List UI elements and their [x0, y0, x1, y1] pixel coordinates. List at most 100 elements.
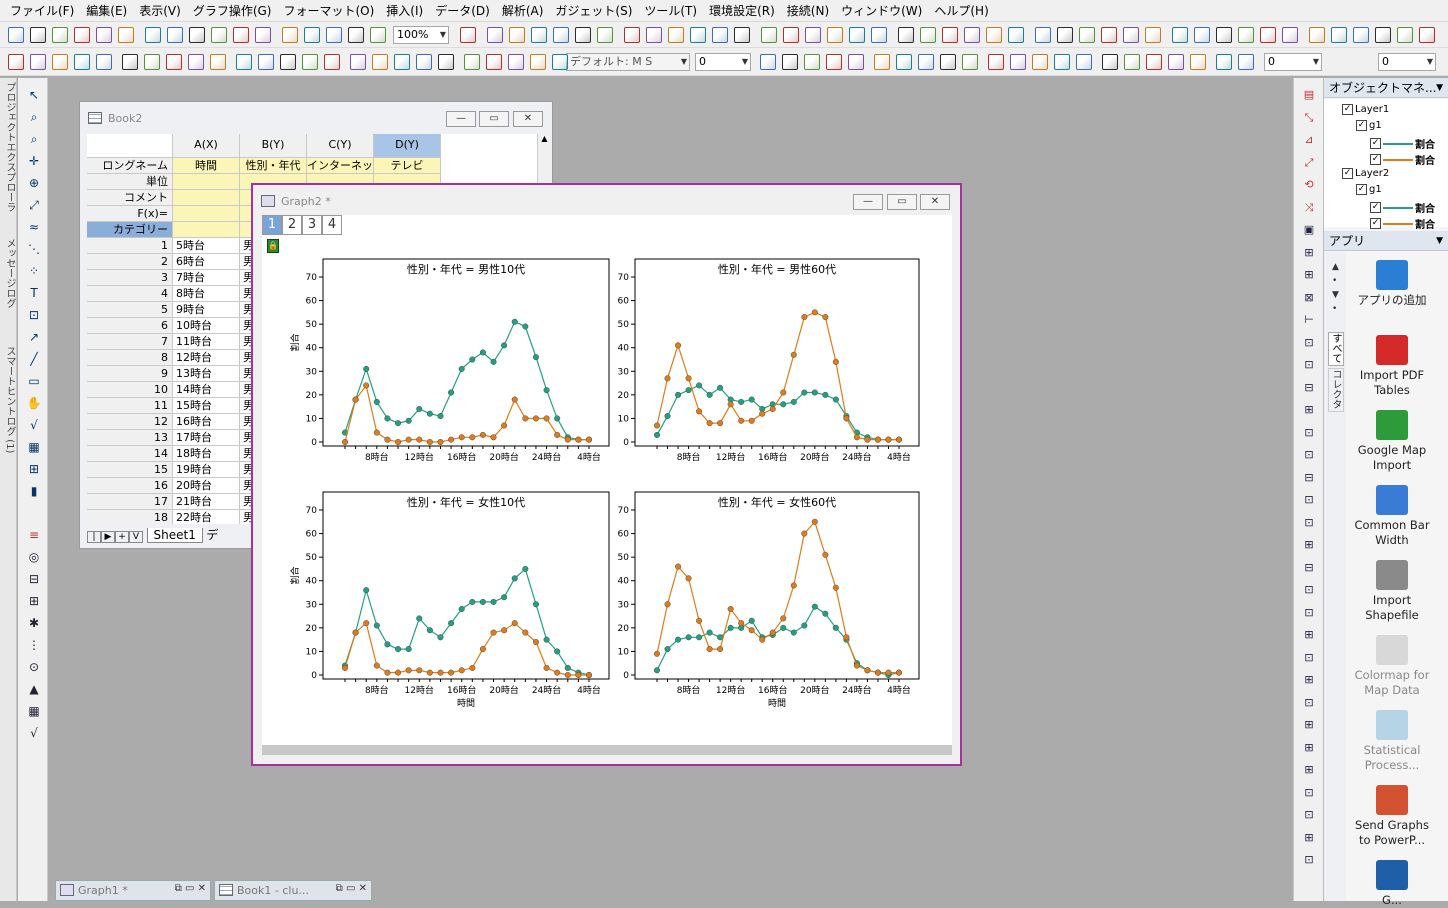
- header-cell[interactable]: [173, 222, 240, 238]
- menu-item-3[interactable]: グラフ操作(G): [187, 1, 278, 21]
- toolbar-icon[interactable]: [324, 54, 340, 70]
- toolbar-icon[interactable]: [487, 27, 503, 43]
- toolbar-icon[interactable]: [1194, 27, 1210, 43]
- menu-item-2[interactable]: 表示(V): [133, 1, 187, 21]
- toolbar-icon[interactable]: [761, 27, 777, 43]
- toolbar-icon[interactable]: [166, 54, 182, 70]
- menu-item-10[interactable]: 環境設定(R): [703, 1, 781, 21]
- graph-tool-icon[interactable]: ⟲: [1301, 178, 1317, 192]
- toolbar-icon[interactable]: [52, 27, 68, 43]
- toolbar-icon[interactable]: [189, 27, 205, 43]
- toolbar-icon[interactable]: [1216, 54, 1232, 70]
- graph-tool-icon[interactable]: ⊡: [1301, 651, 1317, 665]
- data-cell[interactable]: 11時台: [173, 334, 240, 350]
- toolbar-icon[interactable]: [624, 27, 640, 43]
- toolbar-icon[interactable]: [646, 27, 662, 43]
- toolbar-icon[interactable]: [1190, 54, 1206, 70]
- toolbar-icon[interactable]: [255, 27, 271, 43]
- toolbar-icon[interactable]: [394, 54, 410, 70]
- data-cell[interactable]: 20時台: [173, 478, 240, 494]
- data-cell[interactable]: 15時台: [173, 398, 240, 414]
- toolbar-icon[interactable]: [144, 54, 160, 70]
- toolbar-icon[interactable]: [350, 54, 366, 70]
- row-number[interactable]: 5: [87, 302, 173, 318]
- object-tree-item[interactable]: ✓ Layer2: [1342, 168, 1389, 179]
- sheet-prev-button[interactable]: |: [87, 531, 101, 543]
- toolbar-icon[interactable]: [188, 54, 204, 70]
- graph-tool-icon[interactable]: ⊞: [1301, 403, 1317, 417]
- toolbar-icon[interactable]: [233, 27, 249, 43]
- toolbar-icon[interactable]: [1353, 27, 1369, 43]
- toolbar-icon[interactable]: [690, 27, 706, 43]
- graph-tool-icon[interactable]: ⊞: [1301, 831, 1317, 845]
- toolbar-icon[interactable]: [1168, 54, 1184, 70]
- visibility-checkbox[interactable]: ✓: [1370, 218, 1381, 229]
- close-button[interactable]: ✕: [920, 194, 950, 210]
- toolbar-icon[interactable]: [326, 27, 342, 43]
- object-tree-item[interactable]: ✓ 割合: [1370, 200, 1435, 215]
- graph-tool-icon[interactable]: ⊞: [1301, 268, 1317, 282]
- graph-tool-icon[interactable]: ⊟: [1301, 471, 1317, 485]
- toolbar-icon[interactable]: [1101, 27, 1117, 43]
- tool-icon[interactable]: ⊟: [26, 572, 42, 586]
- toolbar-icon[interactable]: [236, 54, 252, 70]
- graph-tool-icon[interactable]: ⊡: [1301, 493, 1317, 507]
- tool-icon[interactable]: ▭: [26, 374, 42, 388]
- toolbar-icon[interactable]: [304, 27, 320, 43]
- graph-tool-icon[interactable]: ⊡: [1301, 853, 1317, 867]
- header-cell[interactable]: [173, 206, 240, 222]
- column-header[interactable]: A(X): [173, 134, 240, 158]
- toolbar-icon[interactable]: [1054, 54, 1070, 70]
- toolbar-icon[interactable]: [962, 54, 978, 70]
- visibility-checkbox[interactable]: ✓: [1370, 154, 1381, 165]
- menu-item-7[interactable]: 解析(A): [496, 1, 550, 21]
- graph-tool-icon[interactable]: ⊞: [1301, 763, 1317, 777]
- close-button[interactable]: ✕: [513, 111, 543, 127]
- toolbar-icon[interactable]: [416, 54, 432, 70]
- toolbar-icon[interactable]: [282, 27, 298, 43]
- toolbar-icon[interactable]: [167, 27, 183, 43]
- object-tree-item[interactable]: ✓ 割合: [1370, 216, 1435, 231]
- app-item[interactable]: Colormap for Map Data: [1352, 635, 1432, 698]
- tool-icon[interactable]: ◎: [26, 550, 42, 564]
- tool-icon[interactable]: ⋮: [26, 638, 42, 652]
- tool-icon[interactable]: ╱: [26, 352, 42, 366]
- toolbar-icon[interactable]: [1032, 54, 1048, 70]
- tool-icon[interactable]: ⌕: [26, 110, 42, 124]
- tool-icon[interactable]: ≡: [26, 528, 42, 542]
- graph-tool-icon[interactable]: ⊞: [1301, 538, 1317, 552]
- toolbar-icon[interactable]: [372, 54, 388, 70]
- row-number[interactable]: 18: [87, 510, 173, 524]
- header-cell[interactable]: 時間: [173, 158, 240, 174]
- toolbar-icon[interactable]: [302, 54, 318, 70]
- toolbar-icon[interactable]: [258, 54, 274, 70]
- toolbar-icon[interactable]: [530, 54, 546, 70]
- menu-item-13[interactable]: ヘルプ(H): [928, 1, 994, 21]
- row-number[interactable]: 16: [87, 478, 173, 494]
- zoom-select[interactable]: 100% ▼: [393, 26, 449, 44]
- graph-scrollbar[interactable]: [262, 745, 952, 755]
- toolbar-icon[interactable]: [920, 27, 936, 43]
- tool-icon[interactable]: T: [26, 286, 42, 300]
- toolbar-icon[interactable]: [1010, 54, 1026, 70]
- app-item[interactable]: Import Shapefile: [1352, 560, 1432, 623]
- toolbar-icon[interactable]: [896, 54, 912, 70]
- graph-tool-icon[interactable]: ⤢: [1301, 156, 1317, 170]
- toolbar-icon[interactable]: [827, 27, 843, 43]
- header-cell[interactable]: [173, 190, 240, 206]
- size-select[interactable]: 0 ▼: [1378, 53, 1436, 71]
- graph-tool-icon[interactable]: ⊞: [1301, 246, 1317, 260]
- task-book1[interactable]: Book1 - clu... ⧉ ▭ ✕: [214, 880, 372, 901]
- minimize-button[interactable]: —: [446, 111, 476, 127]
- graph-tool-icon[interactable]: ⊡: [1301, 786, 1317, 800]
- toolbar-icon[interactable]: [1035, 27, 1051, 43]
- toolbar-icon[interactable]: [668, 27, 684, 43]
- tool-icon[interactable]: ⊡: [26, 308, 42, 322]
- row-number[interactable]: 7: [87, 334, 173, 350]
- toolbar-icon[interactable]: [118, 27, 134, 43]
- column-header[interactable]: B(Y): [240, 134, 307, 158]
- toolbar-icon[interactable]: [145, 27, 161, 43]
- graph-tool-icon[interactable]: ⊞: [1301, 628, 1317, 642]
- toolbar-icon[interactable]: [783, 27, 799, 43]
- toolbar-icon[interactable]: [1397, 27, 1413, 43]
